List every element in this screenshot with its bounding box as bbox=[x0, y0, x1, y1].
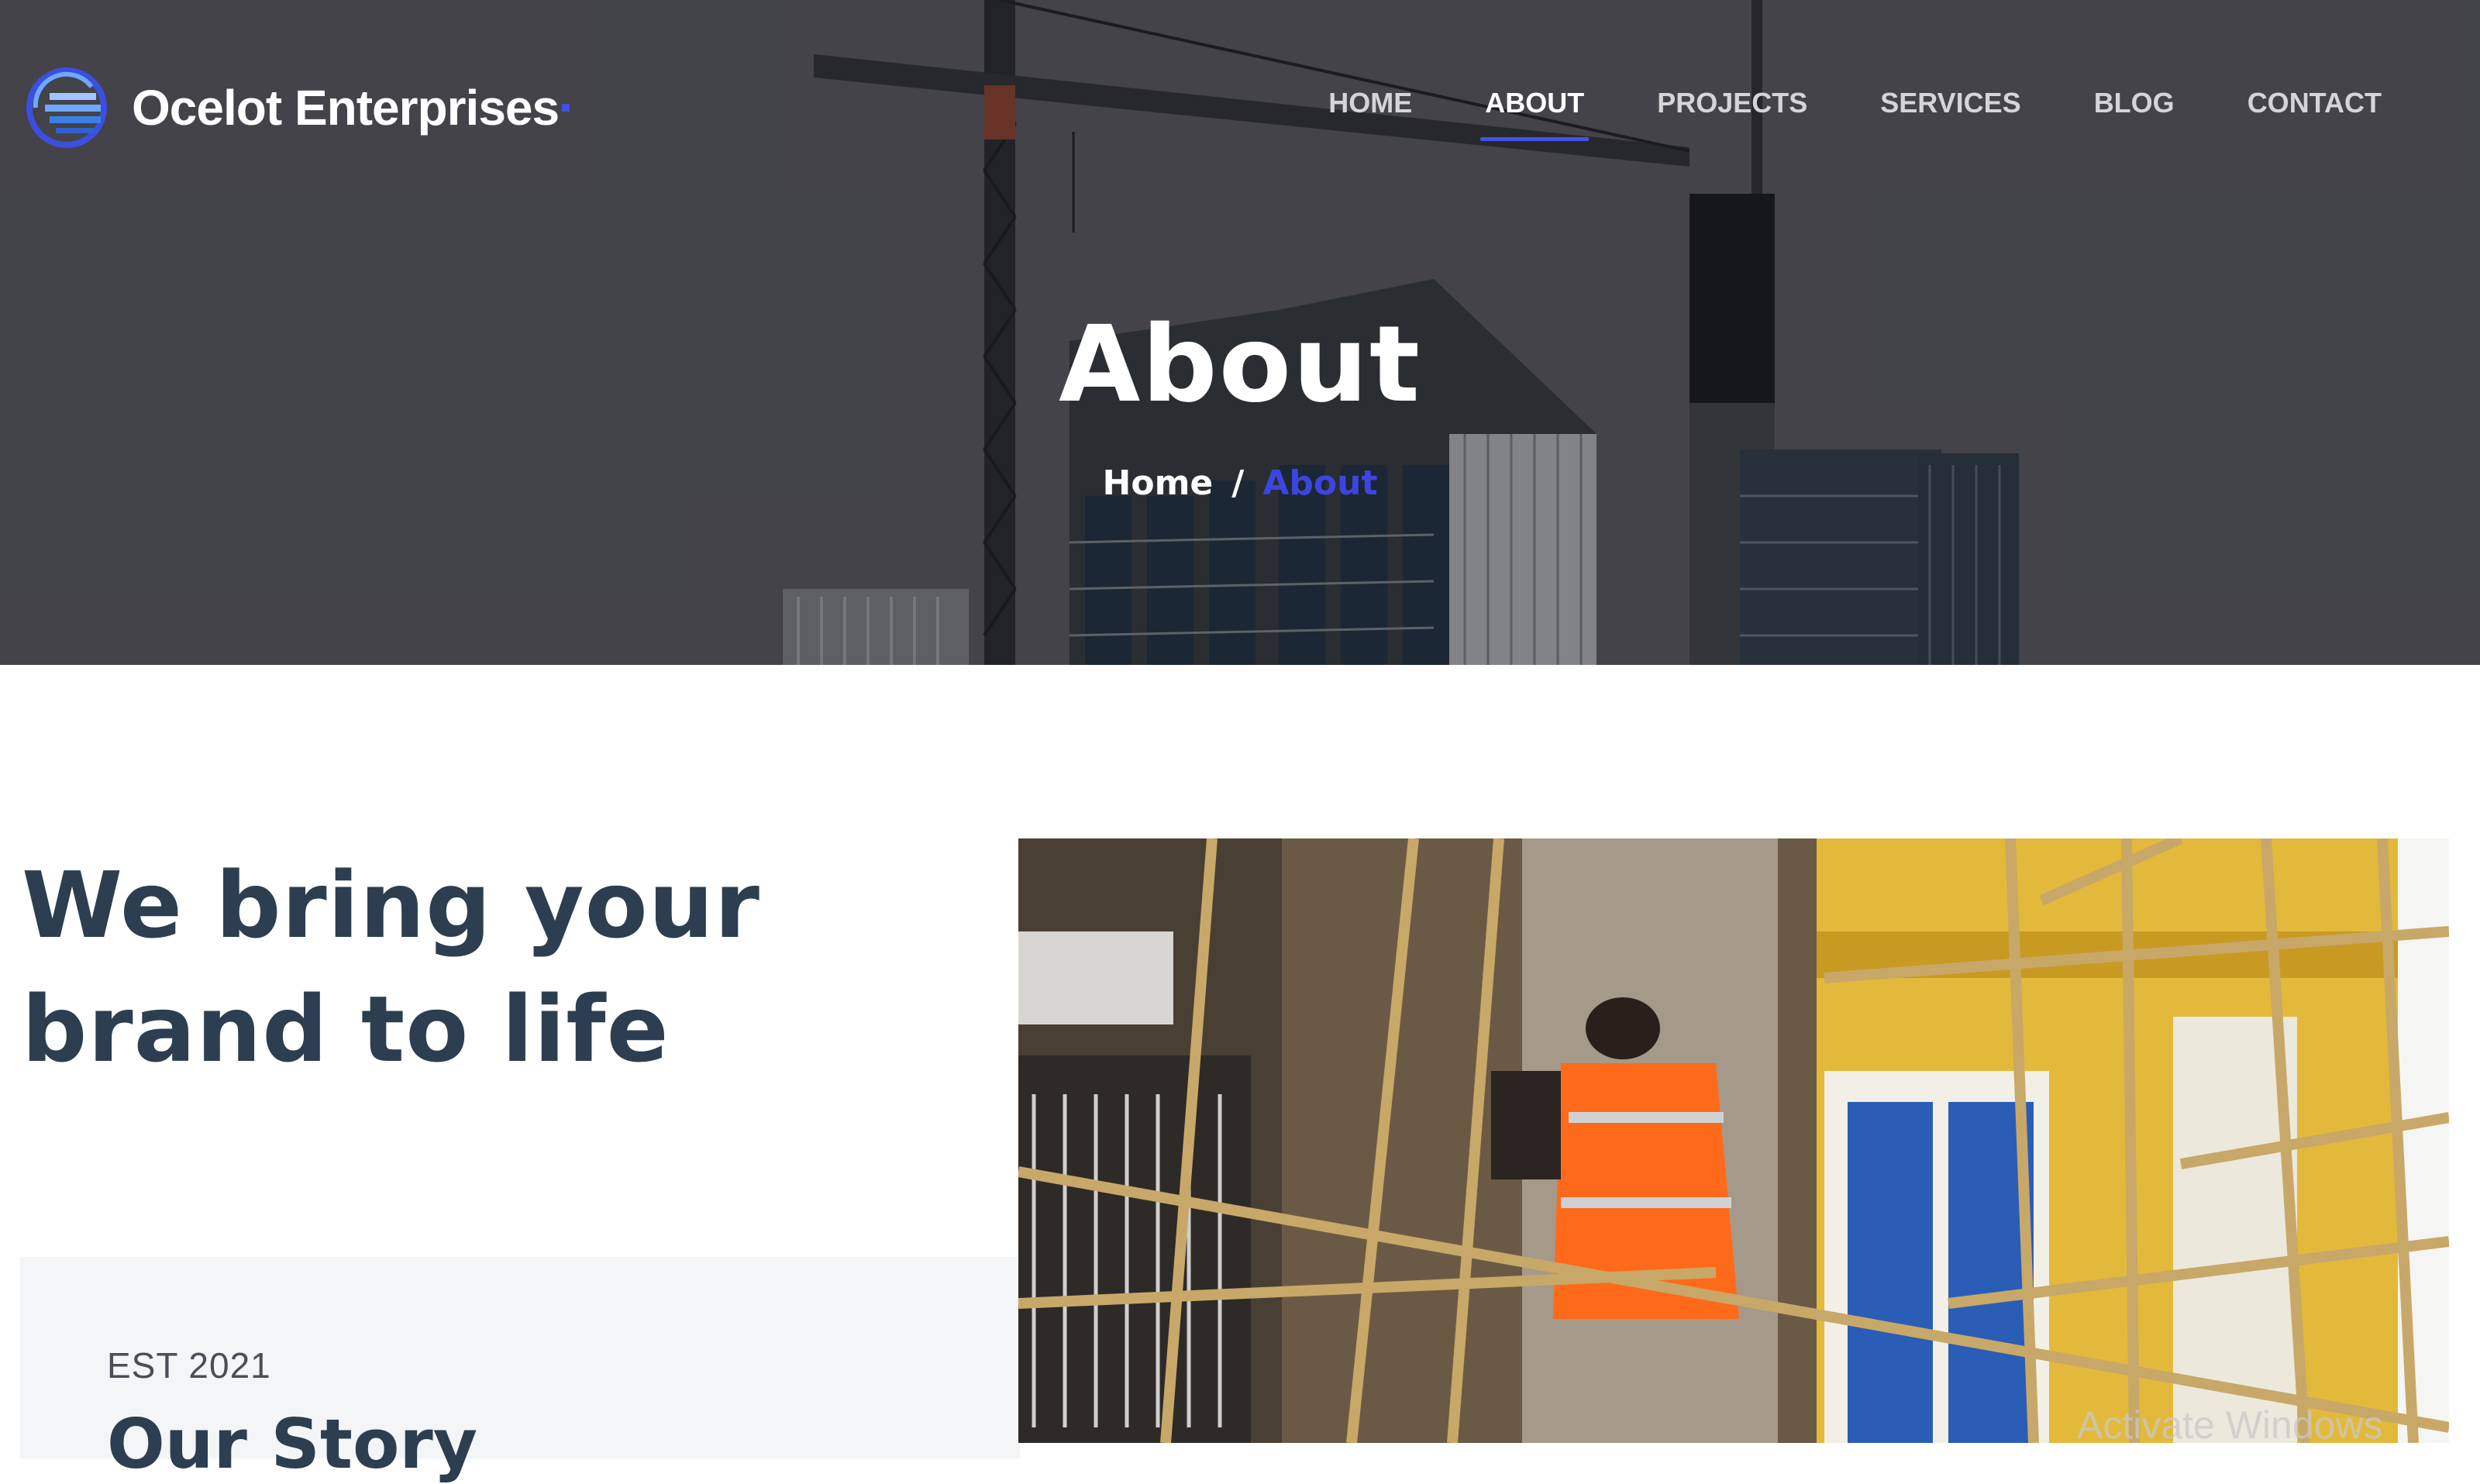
intro-headline: We bring your brand to life bbox=[22, 843, 952, 1091]
brand-name: Ocelot Enterprises bbox=[132, 80, 560, 136]
established-label: EST 2021 bbox=[107, 1345, 271, 1386]
nav-home[interactable]: HOME bbox=[1292, 87, 1448, 119]
story-title: Our Story bbox=[107, 1404, 478, 1484]
nav-projects[interactable]: PROJECTS bbox=[1621, 87, 1844, 119]
hero-banner: Ocelot Enterprises HOME ABOUT PROJECTS S… bbox=[0, 0, 2480, 665]
nav-services[interactable]: SERVICES bbox=[1844, 87, 2057, 119]
logo-icon bbox=[26, 67, 107, 148]
nav-blog[interactable]: BLOG bbox=[2058, 87, 2211, 119]
breadcrumb-home[interactable]: Home bbox=[1103, 463, 1214, 503]
headline-line-2: brand to life bbox=[22, 976, 670, 1083]
headline-line-1: We bring your bbox=[22, 852, 760, 959]
scaffolding-image bbox=[1018, 838, 2449, 1443]
nav-contact[interactable]: CONTACT bbox=[2211, 87, 2418, 119]
page-title: About bbox=[1059, 304, 1421, 426]
brand-dot bbox=[562, 104, 570, 112]
construction-photo bbox=[1018, 838, 2449, 1443]
nav-about[interactable]: ABOUT bbox=[1448, 87, 1621, 119]
site-logo[interactable]: Ocelot Enterprises bbox=[20, 65, 570, 150]
breadcrumb-current: About bbox=[1262, 463, 1378, 503]
breadcrumb-separator: / bbox=[1231, 463, 1245, 503]
main-nav: HOME ABOUT PROJECTS SERVICES BLOG CONTAC… bbox=[1292, 87, 2418, 119]
activate-windows-watermark: Activate Windows bbox=[2077, 1403, 2383, 1447]
breadcrumb: Home / About bbox=[0, 463, 2480, 503]
